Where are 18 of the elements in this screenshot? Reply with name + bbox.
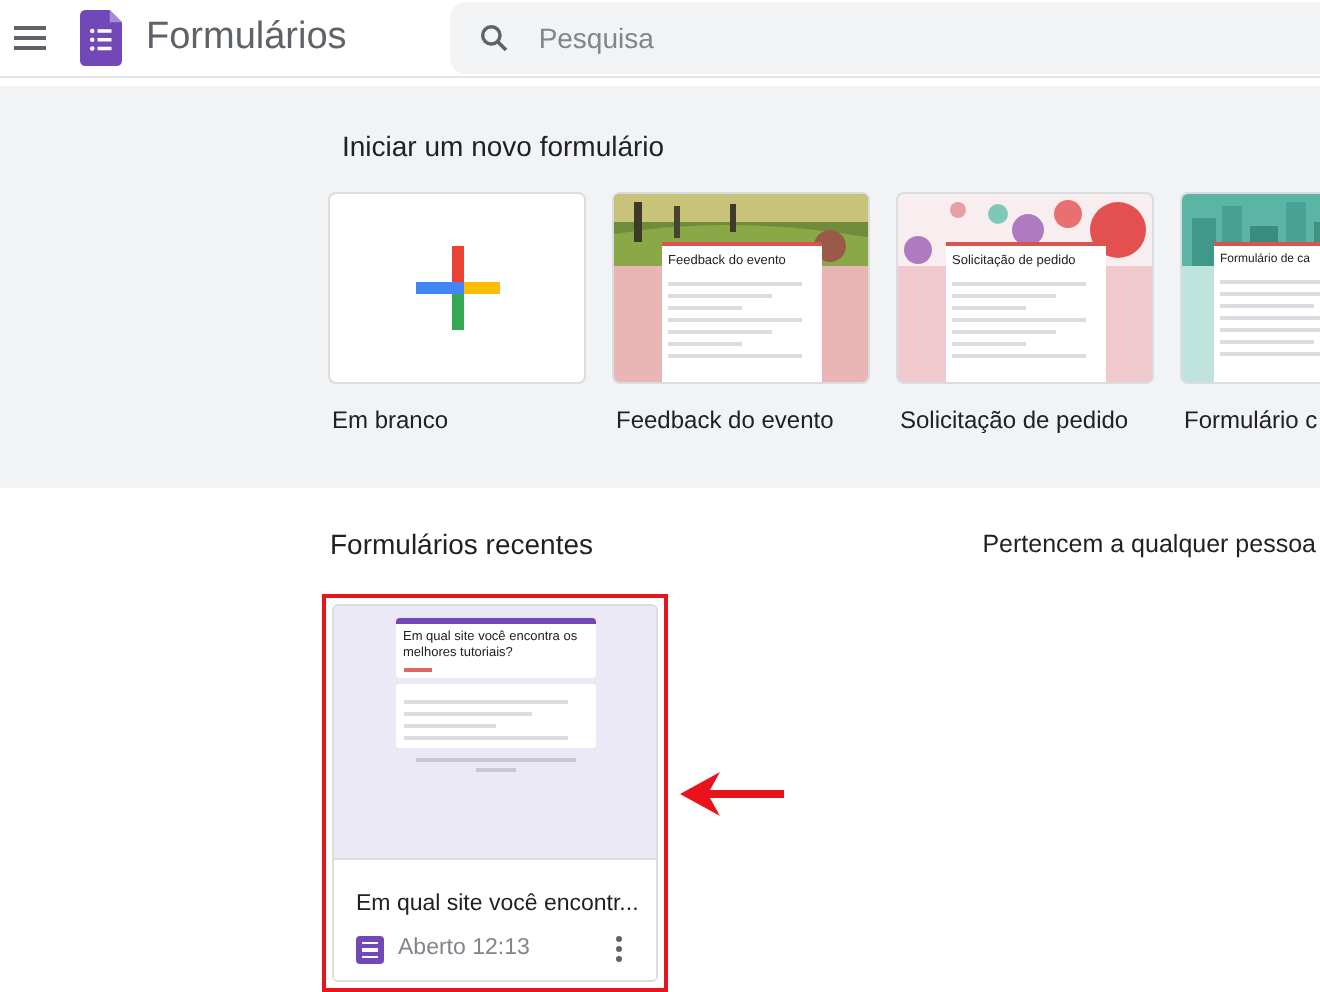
form-name: Em qual site você encontr... (356, 890, 639, 921)
arrow-icon (680, 772, 784, 817)
section-heading: Formulários recentes (330, 526, 593, 565)
more-icon[interactable] (612, 932, 626, 967)
search-field[interactable]: Pesquisa (450, 2, 1320, 75)
template-label: Formulário c (1184, 404, 1320, 439)
template-label: Solicitação de pedido (900, 404, 1131, 439)
section-heading: Iniciar um novo formulário (342, 128, 667, 167)
template-card[interactable] (328, 192, 586, 385)
app-title: Formulários (146, 13, 347, 62)
owner-filter[interactable]: Pertencem a qualquer pessoa (982, 526, 1316, 564)
forms-icon (80, 10, 122, 67)
search-icon (478, 22, 511, 55)
template-label: Feedback do evento (616, 404, 836, 439)
opened-time: Aberto 12:13 (398, 934, 530, 965)
forms-icon (356, 935, 384, 964)
plus-icon (415, 246, 499, 331)
template-label: Em branco (332, 404, 451, 439)
